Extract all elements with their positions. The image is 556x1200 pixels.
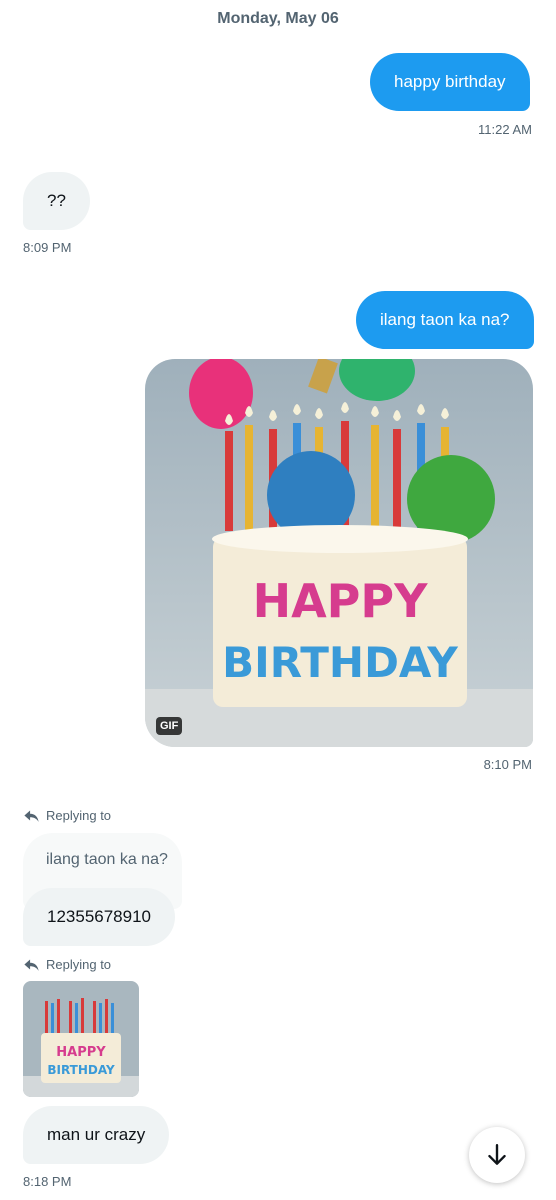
birthday-cake-gif: HAPPY BIRTHDAY xyxy=(145,359,533,747)
replying-to-header: Replying to xyxy=(23,956,111,973)
birthday-cake-thumbnail: HAPPY BIRTHDAY xyxy=(23,981,139,1097)
reply-arrow-icon xyxy=(24,810,39,822)
replying-to-label: Replying to xyxy=(46,957,112,972)
cake-text-line1: HAPPY xyxy=(253,574,429,628)
message-timestamp: 8:18 PM xyxy=(23,1174,72,1189)
quoted-text: ilang taon ka na? xyxy=(46,851,168,868)
message-text: ilang taon ka na? xyxy=(380,310,510,329)
quoted-gif-thumbnail[interactable]: HAPPY BIRTHDAY xyxy=(23,981,139,1097)
message-text: ?? xyxy=(47,191,66,210)
arrow-down-icon xyxy=(488,1144,506,1165)
gif-badge: GIF xyxy=(156,717,183,735)
gif-message[interactable]: HAPPY BIRTHDAY GIF xyxy=(145,359,533,747)
message-text: happy birthday xyxy=(394,72,506,91)
message-text: 12355678910 xyxy=(47,907,152,926)
scroll-to-bottom-button[interactable] xyxy=(469,1127,525,1183)
cake-text-line2: BIRTHDAY xyxy=(222,638,458,687)
reply-arrow-icon xyxy=(24,959,39,971)
message-timestamp: 8:09 PM xyxy=(23,240,72,255)
message-bubble-outgoing[interactable]: happy birthday xyxy=(370,53,530,111)
replying-to-header: Replying to xyxy=(23,807,111,824)
date-header: Monday, May 06 xyxy=(217,10,339,27)
thumb-cake-text-line2: BIRTHDAY xyxy=(47,1063,115,1077)
message-bubble-incoming[interactable]: ?? xyxy=(23,172,90,230)
message-timestamp: 11:22 AM xyxy=(478,122,532,137)
message-bubble-outgoing[interactable]: ilang taon ka na? xyxy=(356,291,534,349)
message-timestamp: 8:10 PM xyxy=(483,757,532,772)
message-text: man ur crazy xyxy=(47,1125,146,1144)
replying-to-label: Replying to xyxy=(46,808,112,823)
thumb-cake-text-line1: HAPPY xyxy=(56,1045,106,1060)
message-bubble-incoming[interactable]: 12355678910 xyxy=(23,888,176,946)
message-bubble-incoming[interactable]: man ur crazy xyxy=(23,1106,170,1164)
